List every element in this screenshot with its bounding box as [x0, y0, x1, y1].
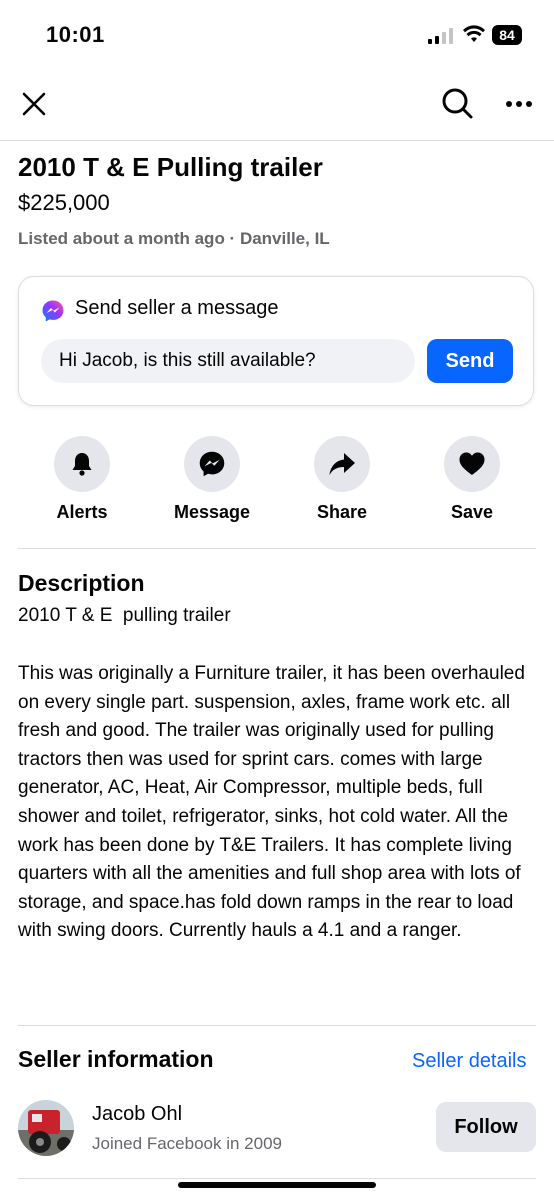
description-body: This was originally a Furniture trailer,…: [18, 663, 525, 942]
message-button[interactable]: Message: [162, 436, 262, 536]
message-circle: [184, 436, 240, 492]
battery-icon: 84: [492, 25, 522, 45]
section-divider: [18, 1178, 536, 1179]
wifi-icon: [463, 25, 485, 42]
save-circle: [444, 436, 500, 492]
send-button[interactable]: Send: [427, 339, 513, 383]
messenger-icon: [42, 300, 64, 322]
alerts-circle: [54, 436, 110, 492]
bell-icon: [72, 453, 92, 476]
message-label: Message: [173, 502, 251, 522]
signal-icon: [428, 28, 453, 44]
share-label: Share: [316, 502, 368, 522]
follow-button[interactable]: Follow: [436, 1102, 536, 1152]
share-circle: [314, 436, 370, 492]
home-indicator[interactable]: [178, 1182, 376, 1188]
save-button[interactable]: Save: [422, 436, 522, 536]
close-icon[interactable]: [20, 90, 48, 118]
alerts-label: Alerts: [56, 502, 108, 522]
heart-icon: [459, 452, 485, 475]
search-icon[interactable]: [440, 86, 474, 120]
share-icon: [329, 453, 355, 475]
description-heading: Description: [18, 570, 145, 596]
listing-title: 2010 T & E Pulling trailer: [18, 152, 323, 182]
send-message-card: Send seller a message Send: [18, 276, 534, 406]
save-label: Save: [450, 502, 494, 522]
description-subtitle: 2010 T & E pulling trailer: [18, 605, 231, 626]
listing-meta: Listed about a month ago · Danville, IL: [18, 229, 330, 248]
listing-price: $225,000: [18, 190, 110, 215]
message-card-heading: Send seller a message: [75, 297, 279, 319]
avatar[interactable]: [18, 1100, 74, 1156]
more-icon[interactable]: [504, 94, 534, 114]
seller-info-heading: Seller information: [18, 1046, 214, 1072]
seller-joined: Joined Facebook in 2009: [92, 1134, 282, 1153]
header-divider: [0, 140, 554, 141]
status-time: 10:01: [46, 22, 105, 47]
alerts-button[interactable]: Alerts: [32, 436, 132, 536]
seller-details-link[interactable]: Seller details: [412, 1050, 527, 1073]
messenger-icon: [199, 451, 225, 477]
section-divider: [18, 548, 536, 549]
message-input[interactable]: [41, 339, 415, 383]
seller-name[interactable]: Jacob Ohl: [92, 1103, 182, 1126]
section-divider: [18, 1025, 536, 1026]
share-button[interactable]: Share: [292, 436, 392, 536]
